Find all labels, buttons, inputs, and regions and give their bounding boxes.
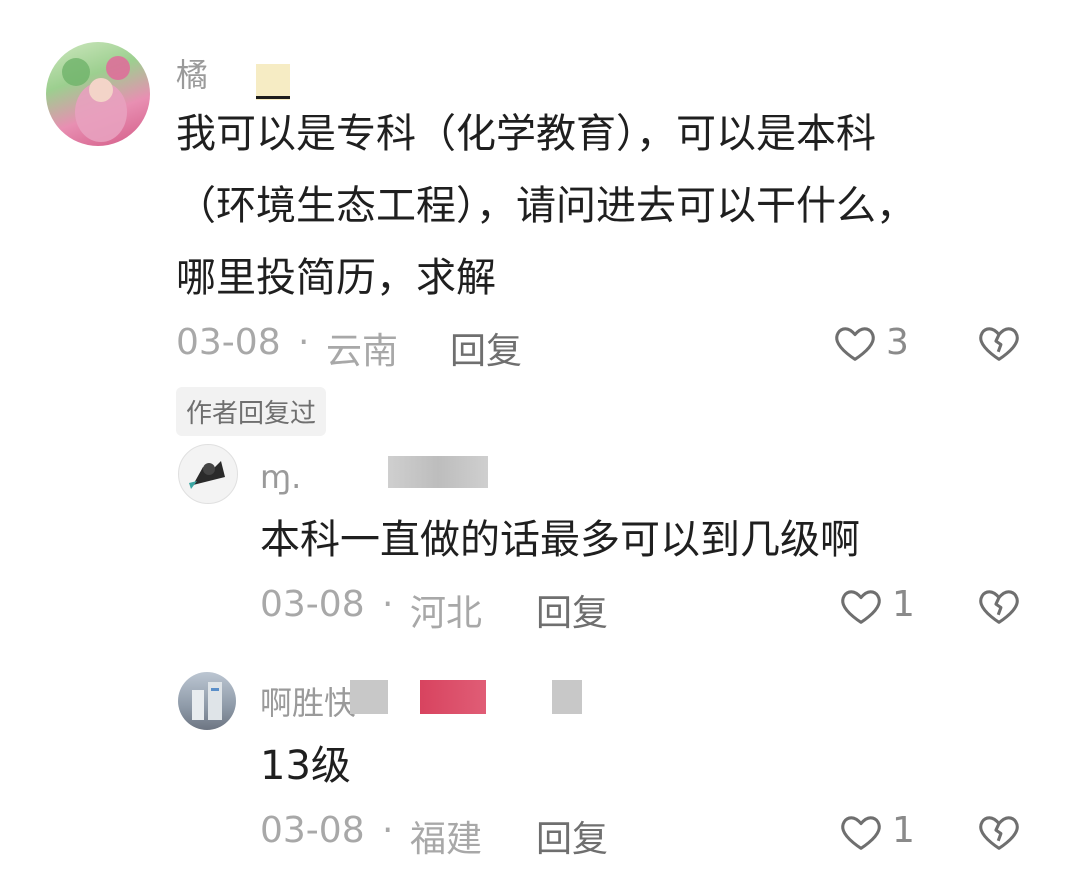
reply-button[interactable]: 回复 (450, 322, 522, 374)
reply-author[interactable]: ɱ. (260, 458, 301, 496)
author-replied-badge: 作者回复过 (176, 387, 327, 436)
like-count: 1 (892, 810, 915, 851)
reply-location: 河北 (410, 593, 483, 634)
comment-text-line-1: 我可以是专科（化学教育），可以是本科 (176, 111, 876, 157)
broken-heart-icon[interactable] (976, 320, 1022, 370)
redacted-name (350, 680, 388, 714)
reply-author[interactable]: 啊胜快 (260, 678, 356, 724)
comment-text-line-2: （环境生态工程），请问进去可以干什么， (176, 183, 916, 229)
reply-button[interactable]: 回复 (536, 584, 608, 636)
comment-author[interactable]: 橘 (176, 50, 208, 96)
broken-heart-icon[interactable] (976, 809, 1022, 859)
heart-outline-icon[interactable] (832, 320, 878, 370)
heart-outline-icon[interactable] (838, 583, 884, 633)
redacted-name (552, 680, 582, 714)
reply-location: 福建 (410, 819, 483, 860)
meta-separator: · (382, 810, 394, 851)
reply-date: 03-08 (260, 584, 365, 625)
meta-separator: · (382, 584, 394, 625)
comment-text-line-3: 哪里投简历，求解 (176, 255, 496, 301)
heart-outline-icon[interactable] (838, 809, 884, 859)
redacted-name (256, 64, 290, 100)
redacted-name (388, 456, 488, 488)
broken-heart-icon[interactable] (976, 583, 1022, 633)
meta-separator: · (298, 322, 310, 363)
avatar[interactable] (178, 672, 236, 730)
like-count: 3 (886, 322, 909, 363)
reply-date: 03-08 (260, 810, 365, 851)
like-count: 1 (892, 584, 915, 625)
comment-date: 03-08 (176, 322, 281, 363)
avatar[interactable] (178, 444, 238, 504)
reply-text: 本科一直做的话最多可以到几级啊 (260, 517, 860, 563)
comment-location: 云南 (326, 331, 399, 372)
reply-button[interactable]: 回复 (536, 810, 608, 862)
redacted-name (420, 680, 486, 714)
avatar[interactable] (46, 42, 150, 146)
reply-text: 13级 (260, 743, 351, 789)
